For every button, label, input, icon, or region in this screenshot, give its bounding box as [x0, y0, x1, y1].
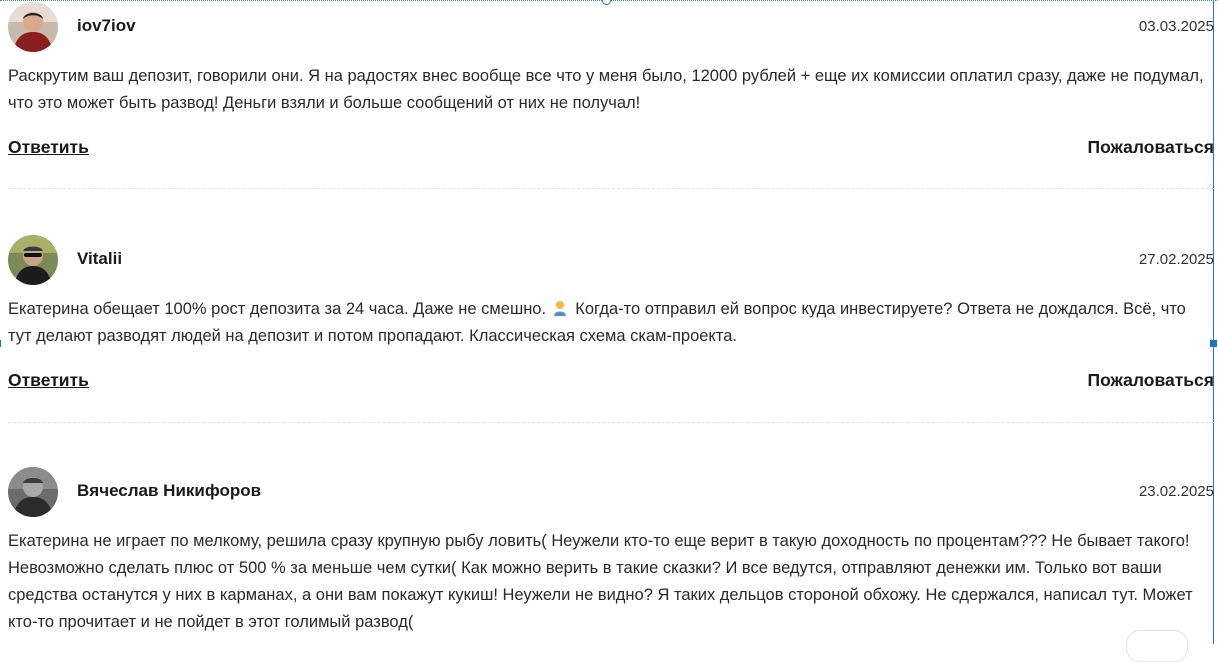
comment-date: 27.02.2025	[1138, 251, 1214, 268]
comment-divider	[8, 188, 1214, 189]
avatar	[8, 235, 58, 285]
comment-actions: Ответить Пожаловаться	[8, 137, 1214, 163]
comment-item: Vitalii 27.02.2025 Екатерина обещает 100…	[8, 235, 1214, 396]
comment-header: Vitalii 27.02.2025	[8, 235, 1214, 285]
comment-actions: Ответить Пожаловаться	[8, 370, 1214, 396]
comment-text: Екатерина обещает 100% рост депозита за …	[8, 296, 1208, 350]
comment-author[interactable]: Вячеслав Никифоров	[77, 481, 261, 501]
comment-date: 03.03.2025	[1138, 18, 1214, 35]
comment-item: iov7iov 03.03.2025 Раскрутим ваш депозит…	[8, 2, 1214, 163]
complain-link[interactable]: Пожаловаться	[1088, 137, 1215, 158]
comment-divider	[8, 422, 1214, 423]
comment-author[interactable]: iov7iov	[77, 16, 136, 36]
comment-date: 23.02.2025	[1138, 483, 1214, 500]
comment-text: Раскрутим ваш депозит, говорили они. Я н…	[8, 67, 1204, 112]
person-icon	[553, 298, 567, 316]
avatar	[8, 467, 58, 517]
reply-link[interactable]: Ответить	[8, 370, 89, 391]
avatar	[8, 2, 58, 52]
partial-button[interactable]	[1126, 630, 1188, 662]
comment-author[interactable]: Vitalii	[77, 249, 122, 269]
selection-handle-left[interactable]	[0, 340, 1, 347]
reply-link[interactable]: Ответить	[8, 137, 89, 158]
comment-text-part: Екатерина обещает 100% рост депозита за …	[8, 300, 547, 318]
comment-header: Вячеслав Никифоров 23.02.2025	[8, 467, 1214, 517]
complain-link[interactable]: Пожаловаться	[1088, 370, 1215, 391]
comment-text: Екатерина не играет по мелкому, решила с…	[8, 532, 1193, 631]
comment-header: iov7iov 03.03.2025	[8, 2, 1214, 52]
comment-item: Вячеслав Никифоров 23.02.2025 Екатерина …	[8, 467, 1214, 636]
